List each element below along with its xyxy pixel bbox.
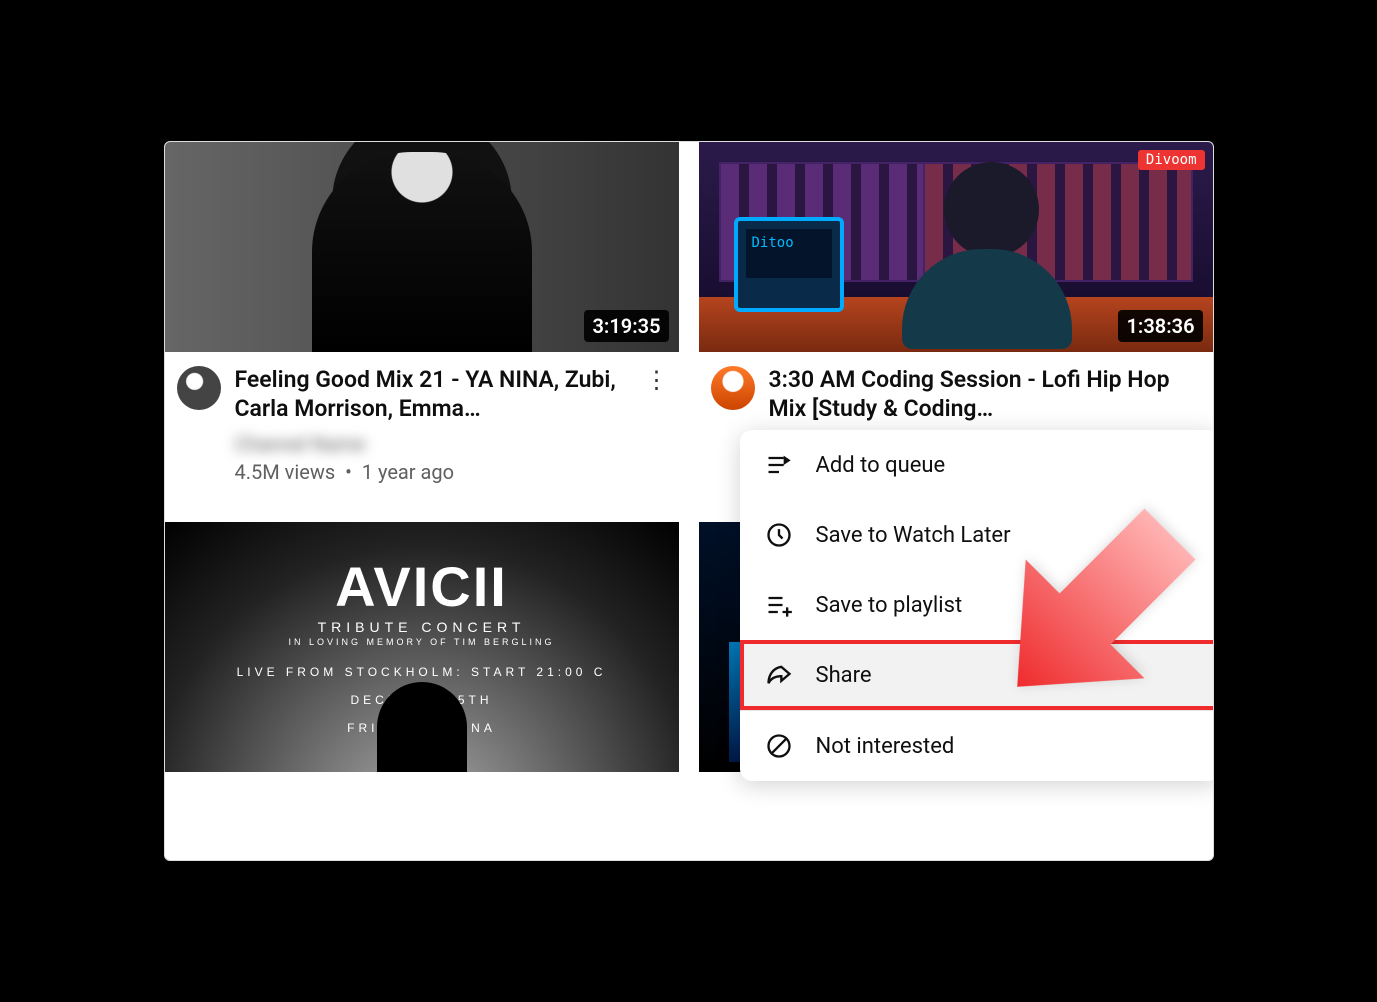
poster-logo: AVICII [165,559,679,615]
video-thumbnail-3[interactable]: AVICII TRIBUTE CONCERT IN LOVING MEMORY … [165,522,679,772]
video-thumbnail-1[interactable]: 3:19:35 [165,142,679,352]
menu-label: Share [816,663,872,688]
clock-icon [764,520,794,550]
duration-badge: 3:19:35 [584,310,668,342]
playlist-add-icon [764,590,794,620]
menu-label: Save to Watch Later [816,523,1011,548]
more-actions-button[interactable]: ⋮ [645,366,669,484]
video-stats-1: 4.5M views • 1 year ago [235,460,631,484]
video-thumbnail-2[interactable]: Divoom Ditoo 1:38:36 [699,142,1213,352]
video-title-2[interactable]: 3:30 AM Coding Session - Lofi Hip Hop Mi… [769,366,1203,424]
menu-label: Not interested [816,734,955,759]
share-icon [764,660,794,690]
block-icon [764,731,794,761]
channel-name-1[interactable]: Channel Name [235,432,631,456]
channel-avatar-1[interactable] [177,366,221,410]
queue-icon [764,450,794,480]
channel-avatar-2[interactable] [711,366,755,410]
duration-badge: 1:38:36 [1118,310,1202,342]
brand-badge: Divoom [1138,150,1205,170]
video-title-1[interactable]: Feeling Good Mix 21 - YA NINA, Zubi, Car… [235,366,631,424]
video-grid-frame: 3:19:35 Feeling Good Mix 21 - YA NINA, Z… [164,141,1214,861]
menu-label: Add to queue [816,453,946,478]
